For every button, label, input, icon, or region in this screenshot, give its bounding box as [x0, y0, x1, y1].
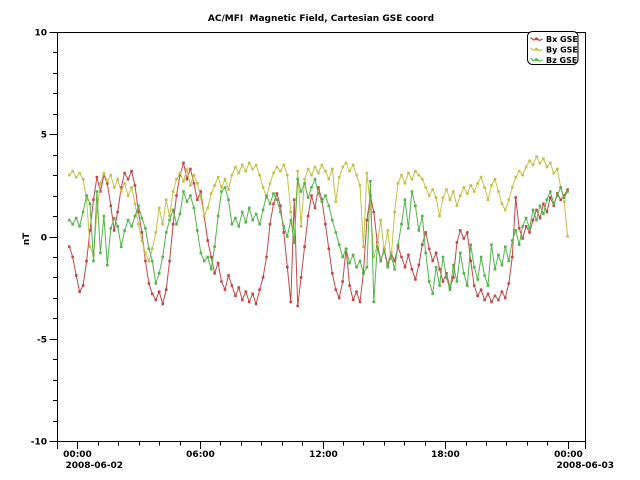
y-tick-label: 10 — [34, 29, 47, 39]
legend: Bx GSEBy GSE Bz GSE — [528, 32, 579, 65]
x-tick-label: 00:00 — [554, 450, 583, 460]
x-tick-label: 06:00 — [186, 450, 215, 460]
chart-title: AC/MFI Magnetic Field, Cartesian GSE coo… — [208, 14, 434, 24]
x-tick-date-label: 2008-06-02 — [66, 461, 124, 471]
legend-swatch-marker — [535, 59, 538, 62]
legend-swatch-marker — [535, 48, 538, 51]
series-line-bz-gse — [69, 179, 567, 302]
series-line-bx-gse — [69, 163, 567, 306]
y-tick-label: -10 — [31, 438, 47, 448]
axes-layer: 1050-5-1000:002008-06-0206:0012:0018:000… — [31, 29, 614, 472]
series-markers-bx-gse — [68, 162, 569, 308]
x-tick-label: 00:00 — [63, 450, 92, 460]
y-tick-label: 0 — [41, 234, 47, 244]
x-tick-label: 12:00 — [309, 450, 338, 460]
x-tick-date-label: 2008-06-03 — [557, 461, 615, 471]
legend-label: Bz GSE — [546, 56, 577, 65]
legend-swatch-marker — [535, 38, 538, 41]
y-axis-label: nT — [22, 232, 32, 245]
magnetic-field-chart: 1050-5-1000:002008-06-0206:0012:0018:000… — [0, 0, 640, 480]
y-tick-label: 5 — [41, 131, 47, 141]
plot-frame — [58, 33, 586, 442]
y-tick-label: -5 — [37, 336, 47, 346]
legend-label: By GSE — [546, 45, 578, 54]
x-tick-label: 18:00 — [431, 450, 460, 460]
series-layer — [68, 155, 569, 307]
plot-window: 1050-5-1000:002008-06-0206:0012:0018:000… — [0, 0, 640, 480]
legend-label: Bx GSE — [546, 35, 578, 44]
